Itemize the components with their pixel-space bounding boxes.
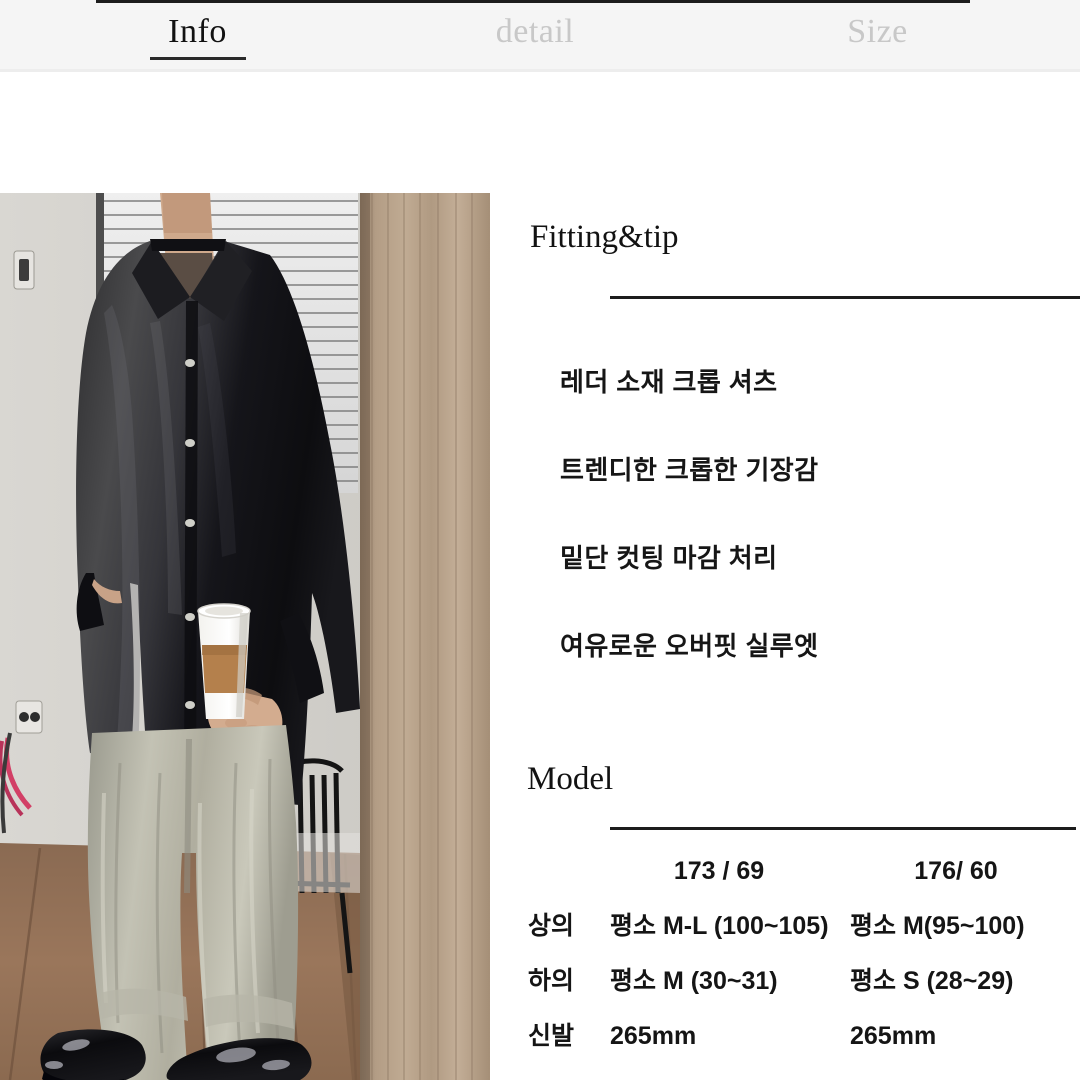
tab-bar-bottom-divider [0,69,1080,72]
model-divider [610,827,1076,830]
table-row: 상의 평소 M-L (100~105) 평소 M(95~100) [490,899,1080,954]
table-row: 하의 평소 M (30~31) 평소 S (28~29) [490,954,1080,1009]
fitting-tip-list: 레더 소재 크롭 셔츠 트렌디한 크롭한 기장감 밑단 컷팅 마감 처리 여유로… [560,369,1080,721]
product-photo-image [0,193,490,1080]
row-value: 평소 S (28~29) [850,967,1014,995]
tab-bar: Info detail Size [0,0,1080,72]
tab-detail-label: detail [495,12,575,50]
tab-active-indicator [149,57,246,60]
fitting-tip-heading: Fitting&tip [530,219,679,255]
tab-info[interactable]: Info [0,0,395,69]
row-label: 하의 [528,967,575,995]
row-label: 상의 [528,912,575,940]
tab-list: Info detail Size [0,0,1080,69]
tab-info-label: Info [168,12,227,50]
product-photo[interactable] [0,193,490,1080]
model-column-header: 173 / 69 [673,856,765,885]
row-value: 평소 M-L (100~105) [610,912,829,940]
row-value: 265mm [850,1022,937,1050]
table-header-row: 173 / 69 176/ 60 [490,843,1080,899]
fitting-tip-item: 밑단 컷팅 마감 처리 [560,543,778,573]
fitting-tip-divider [610,296,1080,299]
tab-size-label: Size [847,12,908,50]
model-column-header: 176/ 60 [914,856,998,885]
row-value: 265mm [610,1022,697,1050]
tab-detail[interactable]: detail [395,0,675,69]
fitting-tip-item: 트렌디한 크롭한 기장감 [560,455,819,485]
fitting-tip-item: 레더 소재 크롭 셔츠 [560,367,778,397]
model-heading: Model [527,761,614,797]
table-row: 신발 265mm 265mm [490,1009,1080,1064]
info-panel: Fitting&tip 레더 소재 크롭 셔츠 트렌디한 크롭한 기장감 밑단 … [490,193,1080,1080]
tab-size[interactable]: Size [675,0,1080,69]
model-size-table: 173 / 69 176/ 60 상의 평소 M-L (100~105) 평소 … [490,843,1080,1064]
row-label: 신발 [528,1022,575,1050]
row-value: 평소 M (30~31) [610,967,778,995]
fitting-tip-item: 여유로운 오버핏 실루엣 [560,631,819,661]
row-value: 평소 M(95~100) [850,912,1025,940]
